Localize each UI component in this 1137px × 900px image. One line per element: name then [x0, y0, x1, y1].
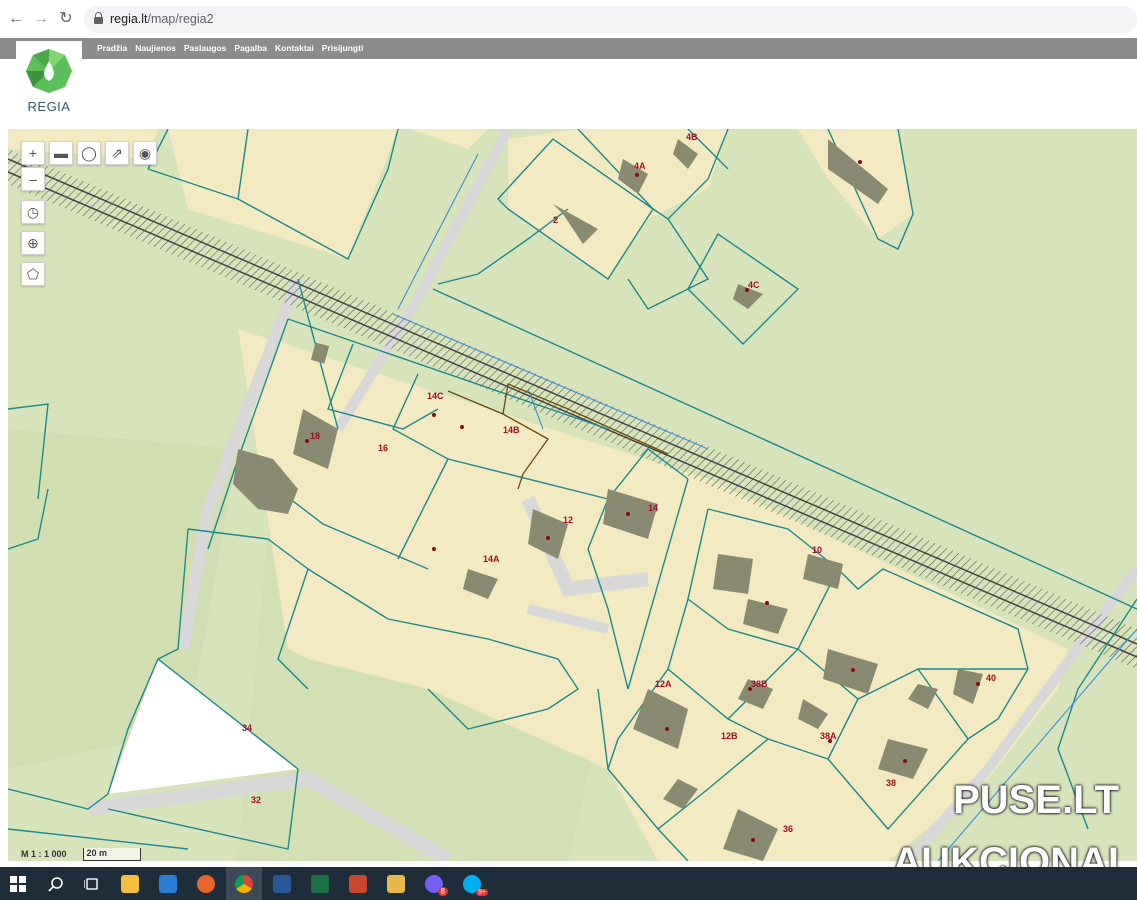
parcel-label: 18	[310, 431, 321, 441]
mail-icon[interactable]	[378, 867, 414, 900]
menu-pradzia[interactable]: Pradžia	[97, 38, 127, 59]
forward-button[interactable]: →	[31, 9, 51, 29]
url-text: regia.lt/map/regia2	[110, 12, 214, 26]
locate-icon[interactable]: ◉	[133, 141, 157, 165]
map-scale: M 1 : 1 000 20 m	[21, 847, 141, 861]
chrome-icon[interactable]	[226, 867, 262, 900]
menu-naujienos[interactable]: Naujienos	[135, 38, 176, 59]
parcel-point	[635, 173, 639, 177]
scale-ratio: M 1 : 1 000	[21, 849, 67, 859]
site-logo[interactable]: REGIA	[16, 41, 82, 123]
map-canvas[interactable]: 4B 4A 2 4C 14C 14B 18 16 12 14 14A 10 12…	[8, 129, 1137, 861]
skype-badge: 9+	[476, 889, 488, 896]
parcel-label: 14A	[483, 554, 500, 564]
url-path: /map/regia2	[147, 12, 214, 26]
parcel-label: 16	[378, 443, 389, 453]
parcel-point	[828, 739, 832, 743]
site-menu: Pradžia Naujienos Paslaugos Pagalba Kont…	[97, 38, 363, 59]
firefox-icon[interactable]	[188, 867, 224, 900]
regia-logo-icon	[26, 49, 72, 93]
parcel-point	[460, 425, 464, 429]
back-button[interactable]: ←	[6, 9, 26, 29]
parcel-point	[305, 439, 309, 443]
powerpoint-icon[interactable]	[340, 867, 376, 900]
parcel-point	[858, 160, 862, 164]
parcel-point	[765, 601, 769, 605]
logo-text: REGIA	[27, 99, 71, 114]
parcel-label: 34	[242, 723, 253, 733]
file-explorer-icon[interactable]	[112, 867, 148, 900]
parcel-label: 14C	[427, 391, 444, 401]
parcel-point	[748, 687, 752, 691]
zoom-out-button[interactable]: –	[21, 167, 45, 191]
parcel-label: 36	[783, 824, 794, 834]
scale-bar-label: 20 m	[86, 847, 108, 858]
url-host: regia.lt	[110, 12, 148, 26]
parcel-point	[665, 727, 669, 731]
parcel-point	[432, 547, 436, 551]
windows-taskbar: 8 9+	[0, 867, 1137, 900]
parcel-label: 40	[986, 673, 997, 683]
parcel-point	[745, 288, 749, 292]
parcel-point	[432, 413, 436, 417]
parcel-label: 14	[648, 503, 659, 513]
viber-badge: 8	[437, 887, 448, 896]
parcel-label: 4B	[686, 132, 698, 142]
store-icon[interactable]	[150, 867, 186, 900]
parcel-label: 4A	[634, 161, 646, 171]
parcel-label: 10	[812, 545, 823, 555]
lock-icon	[94, 12, 103, 24]
export-icon[interactable]: ⇗	[105, 141, 129, 165]
windows-start-icon[interactable]	[0, 867, 36, 900]
measure-icon[interactable]: ▬	[49, 141, 73, 165]
excel-icon[interactable]	[302, 867, 338, 900]
zoom-in-button[interactable]: +	[21, 141, 45, 165]
reload-button[interactable]: ↻	[56, 9, 76, 29]
site-header	[0, 59, 1137, 129]
scale-bar: 20 m	[82, 847, 141, 861]
marker-icon[interactable]: ◯	[77, 141, 101, 165]
parcel-point	[626, 512, 630, 516]
parcel-label: 12A	[655, 679, 672, 689]
parcel-label: 38	[886, 778, 897, 788]
watermark-line1: PUSE.LT	[953, 778, 1119, 822]
crosshair-icon[interactable]: ⊕	[21, 231, 45, 255]
menu-pagalba[interactable]: Pagalba	[234, 38, 267, 59]
parcel-point	[546, 536, 550, 540]
parcel-point	[903, 759, 907, 763]
parcel-label: 12	[563, 515, 574, 525]
parcel-label: 38B	[751, 679, 768, 689]
parcel-label: 12B	[721, 731, 738, 741]
cadastral-map	[8, 129, 1137, 861]
site-nav: Pradžia Naujienos Paslaugos Pagalba Kont…	[0, 38, 1137, 59]
search-icon[interactable]	[38, 867, 74, 900]
parcel-label: 32	[251, 795, 262, 805]
viber-icon[interactable]: 8	[416, 867, 452, 900]
parcel-label: 4C	[748, 280, 760, 290]
parcel-label: 2	[553, 215, 559, 225]
parcel-point	[976, 682, 980, 686]
address-bar[interactable]: regia.lt/map/regia2	[84, 6, 1137, 33]
compass-icon[interactable]: ◷	[21, 200, 45, 224]
word-icon[interactable]	[264, 867, 300, 900]
menu-paslaugos[interactable]: Paslaugos	[184, 38, 227, 59]
parcel-point	[851, 668, 855, 672]
task-view-icon[interactable]	[74, 867, 110, 900]
parcel-label: 14B	[503, 425, 520, 435]
parcel-point	[751, 838, 755, 842]
polygon-icon[interactable]: ⬠	[21, 262, 45, 286]
skype-icon[interactable]: 9+	[454, 867, 490, 900]
browser-toolbar: ← → ↻ regia.lt/map/regia2	[0, 0, 1137, 39]
menu-prisijungti[interactable]: Prisijungti	[322, 38, 364, 59]
menu-kontaktai[interactable]: Kontaktai	[275, 38, 314, 59]
